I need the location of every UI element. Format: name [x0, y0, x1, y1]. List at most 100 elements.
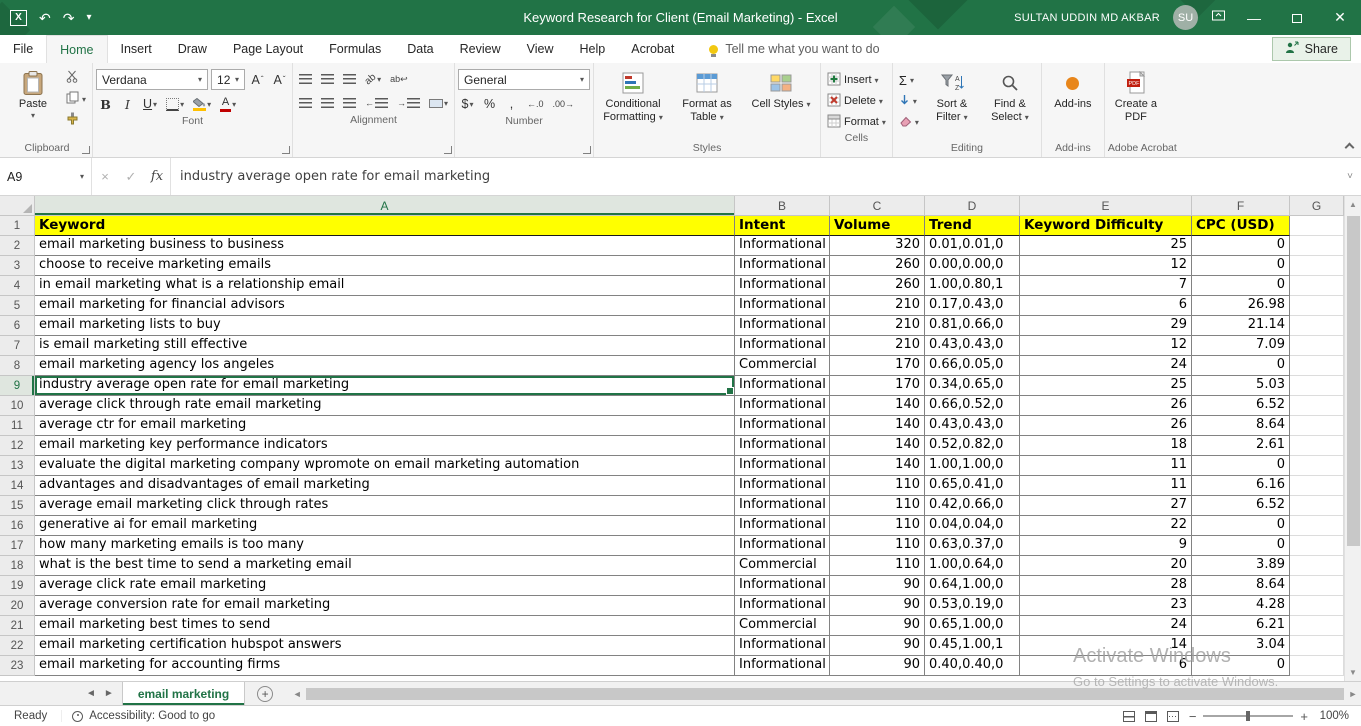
cell-A14[interactable]: advantages and disadvantages of email ma… [35, 476, 735, 496]
cell-B17[interactable]: Informational [735, 536, 830, 556]
cell-B20[interactable]: Informational [735, 596, 830, 616]
share-button[interactable]: Share [1272, 37, 1351, 61]
cell-B8[interactable]: Commercial [735, 356, 830, 376]
cell-G8[interactable] [1290, 356, 1344, 376]
alignment-dialog-launcher[interactable] [444, 146, 452, 154]
row-header-22[interactable]: 22 [0, 636, 35, 656]
row-header-14[interactable]: 14 [0, 476, 35, 496]
cell-E14[interactable]: 11 [1020, 476, 1192, 496]
row-header-18[interactable]: 18 [0, 556, 35, 576]
clipboard-dialog-launcher[interactable] [82, 146, 90, 154]
cell-C19[interactable]: 90 [830, 576, 925, 596]
sort-filter-button[interactable]: AZ Sort & Filter ▾ [924, 65, 980, 124]
cell-G23[interactable] [1290, 656, 1344, 676]
find-select-button[interactable]: Find & Select ▾ [982, 65, 1038, 124]
cell-B3[interactable]: Informational [735, 256, 830, 276]
cell-B16[interactable]: Informational [735, 516, 830, 536]
ribbon-tab-acrobat[interactable]: Acrobat [618, 35, 687, 63]
cell-D16[interactable]: 0.04,0.04,0 [925, 516, 1020, 536]
cell-E10[interactable]: 26 [1020, 396, 1192, 416]
cell-E15[interactable]: 27 [1020, 496, 1192, 516]
cell-D19[interactable]: 0.64,1.00,0 [925, 576, 1020, 596]
cell-G19[interactable] [1290, 576, 1344, 596]
cell-F2[interactable]: 0 [1192, 236, 1290, 256]
cell-F5[interactable]: 26.98 [1192, 296, 1290, 316]
cell-D20[interactable]: 0.53,0.19,0 [925, 596, 1020, 616]
cell-D4[interactable]: 1.00,0.80,1 [925, 276, 1020, 296]
ribbon-tab-page-layout[interactable]: Page Layout [220, 35, 316, 63]
cell-D9[interactable]: 0.34,0.65,0 [925, 376, 1020, 396]
cell-G6[interactable] [1290, 316, 1344, 336]
addins-button[interactable]: Add-ins [1045, 65, 1101, 111]
cell-B7[interactable]: Informational [735, 336, 830, 356]
cell-B15[interactable]: Informational [735, 496, 830, 516]
top-align-button[interactable] [296, 69, 315, 89]
row-header-23[interactable]: 23 [0, 656, 35, 676]
cell-A13[interactable]: evaluate the digital marketing company w… [35, 456, 735, 476]
cell-B14[interactable]: Informational [735, 476, 830, 496]
cell-G7[interactable] [1290, 336, 1344, 356]
cell-A21[interactable]: email marketing best times to send [35, 616, 735, 636]
cell-E23[interactable]: 6 [1020, 656, 1192, 676]
cell-F1[interactable]: CPC (USD) [1192, 216, 1290, 236]
row-header-15[interactable]: 15 [0, 496, 35, 516]
cell-A7[interactable]: is email marketing still effective [35, 336, 735, 356]
cell-G21[interactable] [1290, 616, 1344, 636]
new-sheet-button[interactable]: + [257, 686, 273, 702]
ribbon-tab-draw[interactable]: Draw [165, 35, 220, 63]
cell-D12[interactable]: 0.52,0.82,0 [925, 436, 1020, 456]
row-header-21[interactable]: 21 [0, 616, 35, 636]
increase-font-size-button[interactable]: Aˆ [248, 70, 267, 90]
column-header-C[interactable]: C [830, 196, 925, 216]
cell-C9[interactable]: 170 [830, 376, 925, 396]
maximize-button[interactable] [1282, 10, 1312, 26]
redo-button[interactable]: ↷ [63, 11, 75, 25]
cell-D7[interactable]: 0.43,0.43,0 [925, 336, 1020, 356]
ribbon-tab-formulas[interactable]: Formulas [316, 35, 394, 63]
cell-C15[interactable]: 110 [830, 496, 925, 516]
cell-C8[interactable]: 170 [830, 356, 925, 376]
cell-A4[interactable]: in email marketing what is a relationshi… [35, 276, 735, 296]
expand-formula-bar-button[interactable]: ˅ [1339, 171, 1361, 182]
cell-G5[interactable] [1290, 296, 1344, 316]
cell-F7[interactable]: 7.09 [1192, 336, 1290, 356]
cell-F11[interactable]: 8.64 [1192, 416, 1290, 436]
row-header-2[interactable]: 2 [0, 236, 35, 256]
percent-style-button[interactable]: % [480, 94, 499, 114]
cell-B13[interactable]: Informational [735, 456, 830, 476]
column-header-B[interactable]: B [735, 196, 830, 216]
cell-B22[interactable]: Informational [735, 636, 830, 656]
cell-G14[interactable] [1290, 476, 1344, 496]
cell-C11[interactable]: 140 [830, 416, 925, 436]
cell-A8[interactable]: email marketing agency los angeles [35, 356, 735, 376]
row-header-17[interactable]: 17 [0, 536, 35, 556]
ribbon-tab-home[interactable]: Home [46, 35, 107, 63]
cell-G4[interactable] [1290, 276, 1344, 296]
formula-input[interactable]: industry average open rate for email mar… [171, 169, 1339, 184]
column-header-D[interactable]: D [925, 196, 1020, 216]
cell-B6[interactable]: Informational [735, 316, 830, 336]
cell-G11[interactable] [1290, 416, 1344, 436]
cell-E22[interactable]: 14 [1020, 636, 1192, 656]
cell-G22[interactable] [1290, 636, 1344, 656]
increase-decimal-button[interactable]: ←.0 [524, 94, 547, 114]
insert-cells-button[interactable]: Insert ▾ [824, 71, 889, 89]
cell-F14[interactable]: 6.16 [1192, 476, 1290, 496]
cell-C17[interactable]: 110 [830, 536, 925, 556]
cell-F6[interactable]: 21.14 [1192, 316, 1290, 336]
cell-F13[interactable]: 0 [1192, 456, 1290, 476]
accessibility-status[interactable]: Accessibility: Good to go [61, 710, 225, 722]
cell-E6[interactable]: 29 [1020, 316, 1192, 336]
collapse-ribbon-button[interactable] [1345, 143, 1355, 153]
cell-A11[interactable]: average ctr for email marketing [35, 416, 735, 436]
cell-C21[interactable]: 90 [830, 616, 925, 636]
cell-G20[interactable] [1290, 596, 1344, 616]
cell-F15[interactable]: 6.52 [1192, 496, 1290, 516]
cell-C5[interactable]: 210 [830, 296, 925, 316]
cell-D13[interactable]: 1.00,1.00,0 [925, 456, 1020, 476]
cell-G2[interactable] [1290, 236, 1344, 256]
cell-C6[interactable]: 210 [830, 316, 925, 336]
cell-G15[interactable] [1290, 496, 1344, 516]
cell-E18[interactable]: 20 [1020, 556, 1192, 576]
merge-center-button[interactable]: ▾ [426, 93, 451, 113]
